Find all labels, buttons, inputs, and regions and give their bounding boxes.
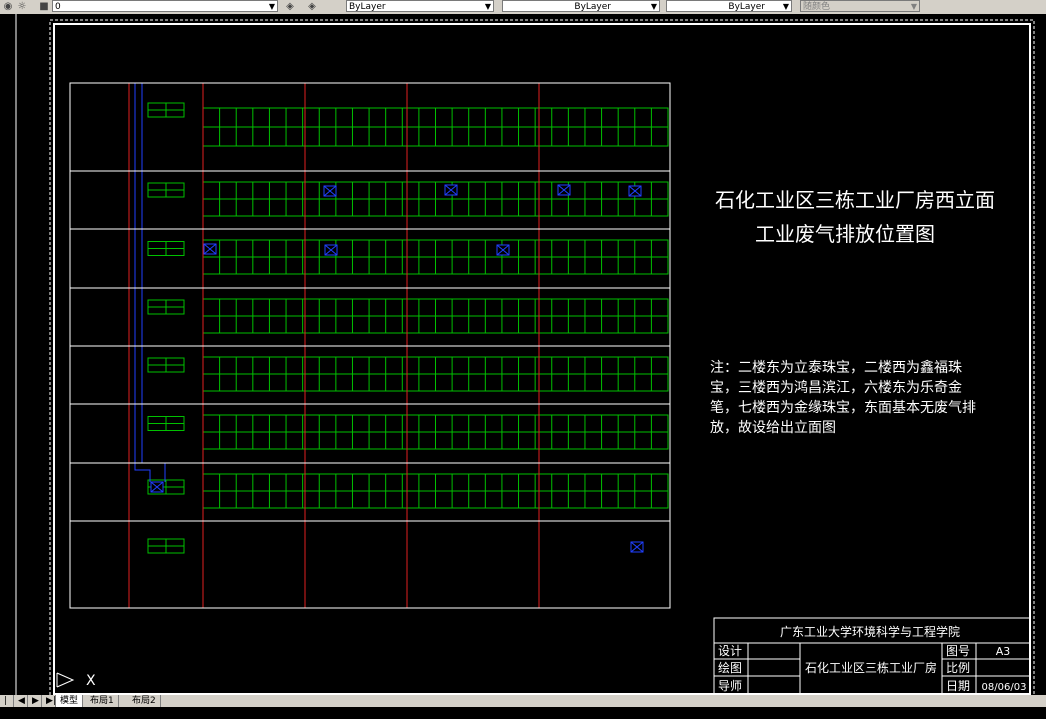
- tab-scroll-prev-icon[interactable]: ◀: [14, 695, 28, 707]
- plotstyle-dropdown-value: 随颜色: [803, 2, 831, 12]
- note-line-3: 笔，七楼西为金缘珠宝，东面基本无废气排: [710, 399, 976, 416]
- title-block-design-label: 设计: [718, 644, 742, 658]
- tab-scroll-last-icon[interactable]: ▶|: [42, 695, 56, 707]
- title-block-date: 08/06/03: [982, 682, 1027, 693]
- chevron-down-icon: ▼: [782, 2, 789, 11]
- color-dropdown[interactable]: ByLayer ▼: [346, 0, 494, 12]
- tab-layout1[interactable]: 布局1: [86, 695, 119, 707]
- color-dropdown-value: ByLayer: [349, 2, 386, 12]
- layer-color-icon: ■: [39, 1, 49, 12]
- chevron-down-icon: ▼: [650, 2, 657, 11]
- exhaust-duct: [141, 83, 166, 482]
- drawing-svg: 石化工业区三栋工业厂房西立面 工业废气排放位置图 注：二楼东为立泰珠宝，二楼西为…: [15, 14, 1035, 695]
- title-block-draw-label: 绘图: [718, 660, 742, 675]
- note-line-4: 放，故设给出立面图: [710, 420, 836, 436]
- plotstyle-dropdown[interactable]: 随颜色 ▼: [800, 0, 920, 12]
- tab-scroll-first-icon[interactable]: |◀: [0, 695, 14, 718]
- title-block-institution: 广东工业大学环境科学与工程学院: [780, 624, 960, 639]
- chevron-down-icon: ▼: [910, 2, 917, 11]
- title-block-project: 石化工业区三栋工业厂房: [805, 660, 937, 675]
- tab-model[interactable]: 模型: [56, 695, 84, 707]
- title-block-drawing-no: A3: [996, 645, 1011, 658]
- drawing-canvas[interactable]: 石化工业区三栋工业厂房西立面 工业废气排放位置图 注：二楼东为立泰珠宝，二楼西为…: [0, 14, 1046, 695]
- properties-toolbar: ◉ ☼ ■ 0 ▼ ◈ ◈ ByLayer ▼ ByLayer ▼ ByLaye…: [0, 0, 1046, 15]
- linetype-dropdown[interactable]: ByLayer ▼: [502, 0, 660, 12]
- title-block-date-label: 日期: [946, 679, 970, 693]
- layer-dropdown-value: 0: [55, 2, 61, 12]
- lineweight-dropdown[interactable]: ByLayer ▼: [666, 0, 792, 12]
- building-elevation: [69, 82, 671, 609]
- ucs-x-label: X: [86, 673, 96, 689]
- layer-state-icon[interactable]: ◉: [2, 1, 14, 12]
- drawing-frame: [53, 23, 1031, 695]
- layer-lock-icon[interactable]: ☼: [16, 1, 28, 12]
- layer-dropdown[interactable]: 0 ▼: [52, 0, 278, 12]
- note-line-1: 注：二楼东为立泰珠宝，二楼西为鑫福珠: [710, 359, 962, 376]
- title-block-scale-label: 比例: [946, 661, 970, 675]
- note-line-2: 宝，三楼西为鸿昌滨江，六楼东为乐奇金: [710, 379, 962, 396]
- title-block-advisor-label: 导师: [718, 679, 742, 693]
- layout-tabs: |◀ ◀ ▶ ▶| 模型 布局1 布局2: [0, 695, 1046, 718]
- ucs-icon: [56, 672, 75, 688]
- linetype-dropdown-value: ByLayer: [574, 2, 611, 12]
- chevron-down-icon: ▼: [268, 2, 275, 11]
- drawing-title-line1: 石化工业区三栋工业厂房西立面: [715, 188, 995, 212]
- make-current-layer-icon[interactable]: ◈: [284, 1, 296, 12]
- title-block-drawing-no-label: 图号: [946, 644, 970, 658]
- tab-layout2[interactable]: 布局2: [128, 695, 161, 707]
- ucs-arrow: [56, 672, 75, 688]
- tab-scroll-next-icon[interactable]: ▶: [28, 695, 42, 707]
- drawing-title-line2: 工业废气排放位置图: [755, 222, 935, 246]
- lineweight-dropdown-value: ByLayer: [728, 2, 765, 12]
- chevron-down-icon: ▼: [484, 2, 491, 11]
- layer-previous-icon[interactable]: ◈: [306, 1, 318, 12]
